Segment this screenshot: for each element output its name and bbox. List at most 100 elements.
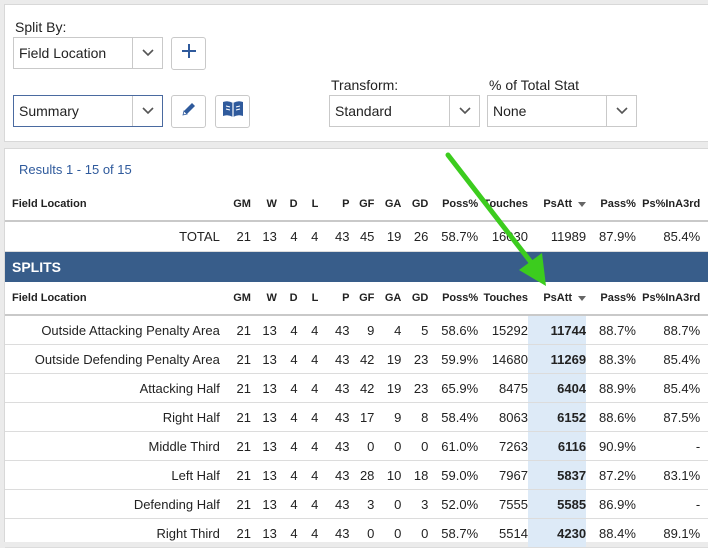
cell-d: 4 xyxy=(276,315,298,345)
cell-l: 4 xyxy=(297,221,319,252)
cell-ga[interactable]: 9 xyxy=(374,402,402,432)
column-header-pass-[interactable]: Pass% xyxy=(586,282,636,316)
column-header-touches[interactable]: Touches xyxy=(478,282,528,316)
cell-gf[interactable]: 0 xyxy=(349,518,375,548)
column-header-l[interactable]: L xyxy=(297,282,319,316)
cell-l: 4 xyxy=(297,402,319,432)
cell-gd: 5 xyxy=(401,315,429,345)
cell-ga[interactable]: 10 xyxy=(374,460,402,490)
cell-pass-[interactable]: 88.3% xyxy=(586,344,636,374)
column-header-d[interactable]: D xyxy=(276,282,298,316)
column-header-d[interactable]: D xyxy=(276,188,298,222)
cell-ga[interactable]: 0 xyxy=(374,518,402,548)
cell-psatt[interactable]: 6152 xyxy=(527,402,587,432)
column-header-ps-ina3rd[interactable]: Ps%InA3rd xyxy=(635,282,701,316)
cell-gm: 21 xyxy=(219,373,251,403)
splits-label: SPLITS xyxy=(5,251,708,282)
cell-touches[interactable]: 7263 xyxy=(478,431,528,461)
cell-ps-ina3rd[interactable]: 85.4% xyxy=(635,373,701,403)
cell-ps-ina3rd[interactable]: 88.7% xyxy=(635,315,701,345)
cell-pass-[interactable]: 88.9% xyxy=(586,373,636,403)
cell-gf[interactable]: 9 xyxy=(349,315,375,345)
split-by-select[interactable]: Field Location xyxy=(13,37,163,69)
column-header-gm[interactable]: GM xyxy=(219,282,251,316)
cell-touches[interactable]: 15292 xyxy=(478,315,528,345)
cell-pass-[interactable]: 88.7% xyxy=(586,315,636,345)
cell-ps-ina3rd[interactable]: 85.4% xyxy=(635,221,701,252)
cell-ga[interactable]: 4 xyxy=(374,315,402,345)
column-header-psatt[interactable]: PsAtt xyxy=(527,282,587,316)
cell-gm: 21 xyxy=(219,431,251,461)
cell-psatt[interactable]: 6404 xyxy=(527,373,587,403)
column-header-gd[interactable]: GD xyxy=(401,282,429,316)
column-header-w[interactable]: W xyxy=(250,282,277,316)
cell-psatt[interactable]: 4230 xyxy=(527,518,587,548)
column-header-p[interactable]: P xyxy=(318,282,350,316)
add-split-button[interactable] xyxy=(171,37,206,70)
column-header-poss-[interactable]: Poss% xyxy=(428,282,479,316)
cell-pass-[interactable]: 88.4% xyxy=(586,518,636,548)
cell-ga[interactable]: 19 xyxy=(374,221,402,252)
column-header-l[interactable]: L xyxy=(297,188,319,222)
cell-touches[interactable]: 8063 xyxy=(478,402,528,432)
cell-psatt[interactable]: 11269 xyxy=(527,344,587,374)
report-select[interactable]: Summary xyxy=(13,95,163,127)
column-header-ga[interactable]: GA xyxy=(374,282,402,316)
transform-label: Transform: xyxy=(331,77,399,93)
cell-gm: 21 xyxy=(219,402,251,432)
cell-w: 13 xyxy=(250,431,277,461)
cell-touches[interactable]: 8475 xyxy=(478,373,528,403)
column-header-ga[interactable]: GA xyxy=(374,188,402,222)
cell-touches[interactable]: 14680 xyxy=(478,344,528,374)
column-header-field-location[interactable]: Field Location xyxy=(5,188,220,222)
cell-gf[interactable]: 42 xyxy=(349,344,375,374)
column-header-p[interactable]: P xyxy=(318,188,350,222)
cell-ga[interactable]: 0 xyxy=(374,489,402,519)
cell-gf[interactable]: 3 xyxy=(349,489,375,519)
cell-psatt[interactable]: 11989 xyxy=(527,221,587,252)
cell-gm: 21 xyxy=(219,221,251,252)
cell-touches[interactable]: 7967 xyxy=(478,460,528,490)
column-header-poss-[interactable]: Poss% xyxy=(428,188,479,222)
pct-total-select[interactable]: None xyxy=(487,95,637,127)
cell-touches[interactable]: 5514 xyxy=(478,518,528,548)
cell-gf[interactable]: 0 xyxy=(349,431,375,461)
cell-gf[interactable]: 17 xyxy=(349,402,375,432)
cell-pass-[interactable]: 90.9% xyxy=(586,431,636,461)
cell-ga[interactable]: 0 xyxy=(374,431,402,461)
cell-touches[interactable]: 7555 xyxy=(478,489,528,519)
cell-gf[interactable]: 45 xyxy=(349,221,375,252)
cell-psatt[interactable]: 6116 xyxy=(527,431,587,461)
cell-ps-ina3rd[interactable]: 83.1% xyxy=(635,460,701,490)
column-header-gf[interactable]: GF xyxy=(349,188,375,222)
column-header-w[interactable]: W xyxy=(250,188,277,222)
glossary-button[interactable] xyxy=(215,95,250,128)
cell-ps-ina3rd[interactable]: 85.4% xyxy=(635,344,701,374)
cell-psatt[interactable]: 11744 xyxy=(527,315,587,345)
transform-select[interactable]: Standard xyxy=(329,95,480,127)
cell-ps-ina3rd[interactable]: 89.1% xyxy=(635,518,701,548)
cell-touches[interactable]: 16030 xyxy=(478,221,528,252)
cell-ga[interactable]: 19 xyxy=(374,344,402,374)
cell-pass-[interactable]: 88.6% xyxy=(586,402,636,432)
edit-report-button[interactable] xyxy=(171,95,206,128)
cell-gf[interactable]: 42 xyxy=(349,373,375,403)
cell-pass-[interactable]: 86.9% xyxy=(586,489,636,519)
cell-gf[interactable]: 28 xyxy=(349,460,375,490)
cell-pass-[interactable]: 87.9% xyxy=(586,221,636,252)
cell-psatt[interactable]: 5837 xyxy=(527,460,587,490)
column-header-gm[interactable]: GM xyxy=(219,188,251,222)
split-by-label: Split By: xyxy=(15,19,67,35)
cell-d: 4 xyxy=(276,518,298,548)
column-header-pass-[interactable]: Pass% xyxy=(586,188,636,222)
column-header-gf[interactable]: GF xyxy=(349,282,375,316)
cell-ga[interactable]: 19 xyxy=(374,373,402,403)
column-header-ps-ina3rd[interactable]: Ps%InA3rd xyxy=(635,188,701,222)
cell-pass-[interactable]: 87.2% xyxy=(586,460,636,490)
column-header-gd[interactable]: GD xyxy=(401,188,429,222)
column-header-touches[interactable]: Touches xyxy=(478,188,528,222)
column-header-psatt[interactable]: PsAtt xyxy=(527,188,587,222)
cell-psatt[interactable]: 5585 xyxy=(527,489,587,519)
cell-ps-ina3rd[interactable]: 87.5% xyxy=(635,402,701,432)
column-header-field-location[interactable]: Field Location xyxy=(5,282,220,316)
